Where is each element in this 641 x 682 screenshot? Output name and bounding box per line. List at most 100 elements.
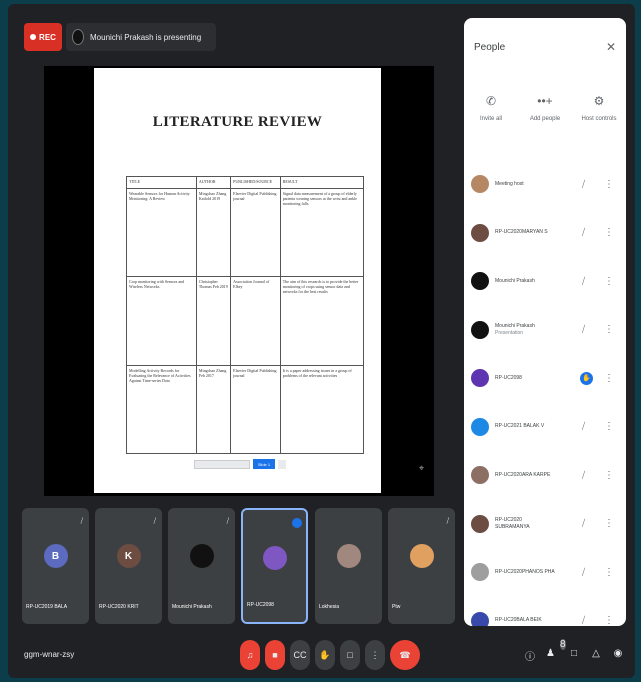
action-label: Host controls [581, 116, 617, 122]
chat-icon[interactable]: □ [568, 648, 580, 663]
participant-row[interactable]: RP-UC2020ARA KARPE ⧸ ⋮ [464, 451, 626, 500]
participant-tile[interactable]: RP-UC2098 [241, 508, 308, 624]
participant-name-text: Mounichi Prakash [495, 322, 535, 329]
participant-name-text: RP-UC20BALA BEIK [495, 617, 542, 624]
participant-row[interactable]: RP-UC2021 BALAK V ⧸ ⋮ [464, 403, 626, 452]
panel-title: People [474, 42, 506, 53]
participant-row[interactable]: RP-UC2020PHANOS PHA ⧸ ⋮ [464, 548, 626, 597]
mic-off-icon: ⧸ [582, 421, 586, 432]
participant-name: RP-UC2020 SUBRAMANYA [495, 517, 557, 531]
panel-actions: ✆ Invite all ••+ Add people ⚙ Host contr… [464, 94, 626, 122]
camera-off-button[interactable]: ■ [265, 640, 285, 670]
participant-name: RP-UC2021 BALAK V [495, 423, 557, 430]
participant-row[interactable]: Mounichi Prakash ⧸ ⋮ [464, 257, 626, 306]
participant-row[interactable]: RP-UC2020MARYAN S ⧸ ⋮ [464, 209, 626, 258]
table-row: Wearable Sensors for Human Activity Moni… [126, 187, 365, 278]
mic-off-button[interactable]: ♫ [240, 640, 260, 670]
activities-icon[interactable]: △ [590, 648, 602, 663]
mic-off-icon: ⧸ [226, 518, 229, 525]
slide-page-button[interactable]: Slide 1 [253, 459, 275, 469]
raised-hand-icon: ✋ [580, 371, 593, 385]
participant-row[interactable]: RP-UC2098 ✋ ⋮ [464, 354, 626, 403]
close-icon[interactable]: ✕ [606, 40, 616, 54]
participant-avatar [471, 563, 489, 582]
people-icon[interactable]: ♟8 [546, 639, 566, 663]
more-options-icon[interactable]: ⋮ [604, 567, 614, 578]
table-cell: Elsevier Digital Publishing journal [230, 187, 281, 278]
mic-off-icon: ⧸ [582, 227, 586, 238]
more-options-icon[interactable]: ⋮ [604, 324, 614, 335]
mic-off-icon: ⧸ [582, 518, 586, 529]
participant-avatar [471, 272, 489, 291]
tile-name: RP-UC2098 [247, 602, 274, 608]
more-options-icon[interactable]: ⋮ [604, 373, 614, 384]
people-count-badge: 8 [559, 639, 566, 650]
mic-off-icon: ⧸ [446, 518, 449, 525]
more-options-icon[interactable]: ⋮ [604, 615, 614, 626]
tile-name: RP-UC2019 BALA [26, 604, 68, 610]
table-cell: Crop monitoring with Sensors and Wireles… [126, 276, 197, 366]
more-options-icon[interactable]: ⋮ [604, 276, 614, 287]
table-row: Modelling Activity Records for Evaluatin… [126, 364, 365, 455]
table-header: RESULT [279, 176, 365, 189]
table-cell: Mingchao Zhang Katfold 2019 [195, 187, 232, 278]
meeting-code: ggm-wnar-zsy [24, 650, 75, 659]
presenter-avatar [72, 29, 84, 45]
more-options-icon[interactable]: ⋮ [604, 179, 614, 190]
presenting-text: Mounichi Prakash is presenting [90, 32, 202, 42]
add-people-action[interactable]: ••+ Add people [520, 94, 570, 122]
invite-all-action[interactable]: ✆ Invite all [466, 94, 516, 122]
participant-tile[interactable]: ⧸ Mounichi Prakash [168, 508, 235, 624]
literature-table: TITLE AUTHOR PUBLISHED/SOURCE RESULT Wea… [126, 176, 365, 455]
participant-avatar [471, 466, 489, 485]
participant-name-text: RP-UC2098 [495, 374, 522, 381]
tile-name: Mounichi Prakash [172, 604, 212, 610]
table-header-row: TITLE AUTHOR PUBLISHED/SOURCE RESULT [126, 176, 365, 189]
more-options-icon[interactable]: ⋮ [604, 470, 614, 481]
participant-tile[interactable]: B ⧸ RP-UC2019 BALA [22, 508, 89, 624]
participant-row[interactable]: Mounichi Prakash Presentation ⧸ ⋮ [464, 306, 626, 355]
participant-tile[interactable]: Lokhesia [315, 508, 382, 624]
more-options-icon[interactable]: ⋮ [604, 421, 614, 432]
participant-row[interactable]: RP-UC20BALA BEIK ⧸ ⋮ [464, 597, 626, 626]
add-people-icon: ••+ [537, 94, 553, 108]
participant-name-text: RP-UC2020PHANOS PHA [495, 568, 555, 575]
participant-name: Meeting host [495, 181, 557, 188]
slide-next-button[interactable] [278, 459, 286, 469]
lock-icon[interactable]: ◉ [612, 648, 624, 663]
participant-avatar [471, 369, 489, 388]
presenting-banner[interactable]: Mounichi Prakash is presenting [66, 23, 216, 51]
participant-row[interactable]: RP-UC2020 SUBRAMANYA ⧸ ⋮ [464, 500, 626, 549]
info-icon[interactable]: ⓘ [524, 648, 536, 663]
mic-off-icon: ⧸ [153, 518, 156, 525]
mic-off-icon: ⧸ [80, 518, 83, 525]
participant-name-text: Meeting host [495, 180, 524, 187]
end-call-button[interactable]: ☎ [390, 640, 420, 670]
participant-tile[interactable]: ⧸ Ptw [388, 508, 455, 624]
participant-row[interactable]: Meeting host ⧸ ⋮ [464, 160, 626, 209]
participant-name-text: RP-UC2020 SUBRAMANYA [495, 516, 530, 530]
tile-avatar [189, 544, 214, 568]
tile-avatar: B [43, 544, 68, 568]
pin-icon[interactable]: ⌖ [419, 463, 424, 474]
participant-avatar [471, 417, 489, 436]
raise-hand-button[interactable]: ✋ [315, 640, 335, 670]
more-options-icon[interactable]: ⋮ [604, 518, 614, 529]
more-options-icon[interactable]: ⋮ [365, 640, 385, 670]
tile-name: RP-UC2020 KRIT [99, 604, 139, 610]
tile-avatar [409, 544, 434, 568]
slide: LITERATURE REVIEW TITLE AUTHOR PUBLISHED… [94, 68, 381, 493]
speaking-indicator [292, 518, 302, 528]
participant-name: RP-UC2020MARYAN S [495, 229, 557, 236]
more-options-icon[interactable]: ⋮ [604, 227, 614, 238]
mic-off-icon: ⧸ [582, 275, 586, 286]
meet-window: REC Mounichi Prakash is presenting LITER… [8, 4, 635, 678]
captions-button[interactable]: CC [290, 640, 310, 670]
participant-tile[interactable]: K ⧸ RP-UC2020 KRIT [95, 508, 162, 624]
table-cell: It is a paper addressing issues in a gro… [279, 364, 365, 455]
mic-off-icon: ⧸ [582, 566, 586, 577]
host-controls-action[interactable]: ⚙ Host controls [574, 94, 624, 122]
slide-progress[interactable] [194, 459, 250, 469]
present-button[interactable]: □ [340, 640, 360, 670]
participant-avatar [471, 320, 489, 339]
